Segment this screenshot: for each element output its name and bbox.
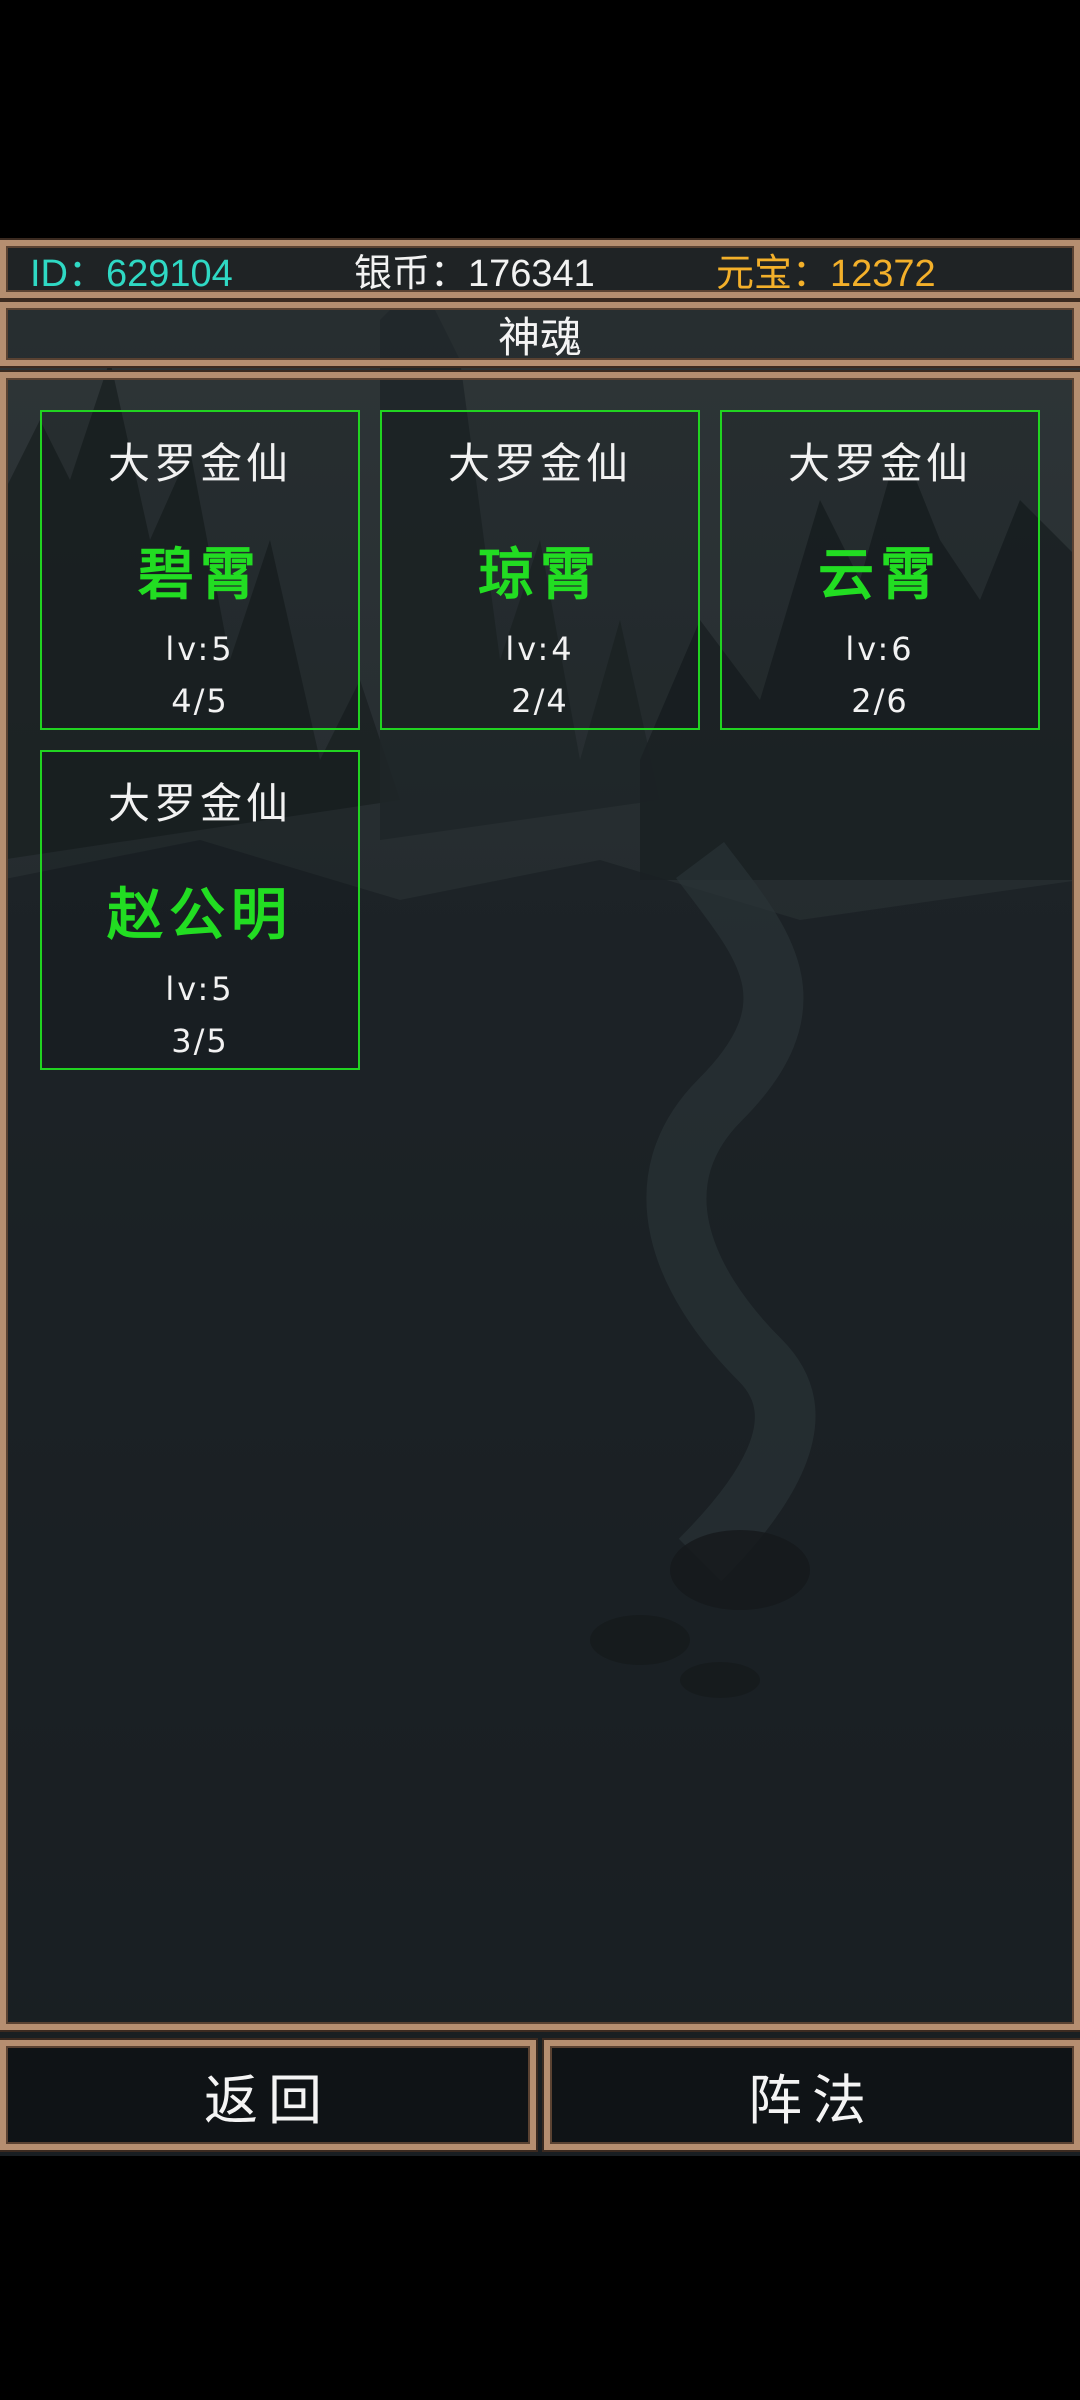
card-count: 2/4: [511, 682, 569, 720]
card-level: lv:5: [165, 970, 235, 1008]
card-name: 赵公明: [107, 882, 293, 948]
card-rank: 大罗金仙: [447, 439, 632, 488]
card-rank: 大罗金仙: [787, 439, 972, 488]
card-rank: 大罗金仙: [107, 439, 292, 488]
soul-card-4[interactable]: 大罗金仙 赵公明 lv:5 3/5: [40, 750, 360, 1070]
card-count: 3/5: [171, 1022, 229, 1060]
formation-button[interactable]: 阵法: [544, 2040, 1080, 2150]
card-rank: 大罗金仙: [107, 779, 292, 828]
resource-bar: ID：629104 银币：176341 元宝：12372: [0, 240, 1080, 298]
soul-card-2[interactable]: 大罗金仙 琼霄 lv:4 2/4: [380, 410, 700, 730]
back-button[interactable]: 返回: [0, 2040, 536, 2150]
card-level: lv:6: [845, 630, 915, 668]
card-name: 云霄: [818, 542, 942, 608]
back-button-label: 返回: [204, 2068, 332, 2132]
page-title: 神魂: [497, 312, 582, 362]
silver-coins: 银币：176341: [354, 252, 595, 295]
card-level: lv:4: [505, 630, 575, 668]
player-id: ID：629104: [30, 252, 233, 295]
formation-button-label: 阵法: [748, 2068, 876, 2132]
card-count: 4/5: [171, 682, 229, 720]
card-level: lv:5: [165, 630, 235, 668]
card-name: 碧霄: [138, 542, 262, 608]
card-name: 琼霄: [478, 542, 602, 608]
title-bar: 神魂: [0, 302, 1080, 366]
gold-ingots: 元宝：12372: [716, 252, 936, 295]
soul-card-3[interactable]: 大罗金仙 云霄 lv:6 2/6: [720, 410, 1040, 730]
soul-card-1[interactable]: 大罗金仙 碧霄 lv:5 4/5: [40, 410, 360, 730]
card-count: 2/6: [851, 682, 909, 720]
